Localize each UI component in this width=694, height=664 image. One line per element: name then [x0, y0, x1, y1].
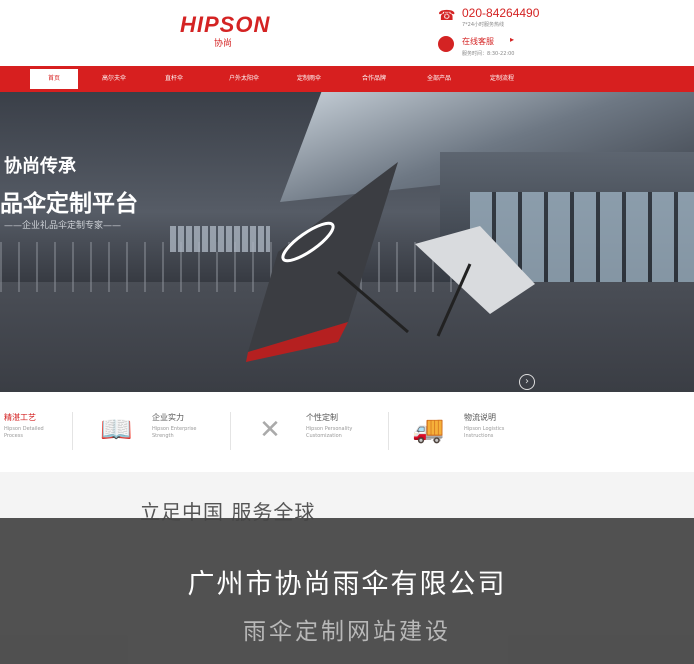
features-row: 精湛工艺 Hipson Detailed Process 📖 企业实力 Hips… — [0, 392, 694, 472]
phone-icon: ☎ — [438, 8, 456, 24]
phone-number[interactable]: 020-84264490 — [462, 6, 539, 20]
phone-block: ☎ 020-84264490 7*24小时服务热线 — [438, 6, 688, 28]
feature-item[interactable]: 📖 企业实力 Hipson Enterprise Strength — [100, 410, 230, 454]
hero-headline: 协尚传承 — [4, 156, 76, 177]
hero-tagline: ——企业礼品伞定制专家—— — [4, 221, 122, 231]
feature-en: Hipson Detailed Process — [4, 426, 44, 439]
feature-en: Hipson Logistics Instructions — [464, 426, 505, 439]
chevron-right-icon: ▸ — [510, 35, 515, 44]
nav-item-home[interactable]: 首页 — [30, 69, 78, 89]
book-icon: 📖 — [100, 415, 133, 445]
divider — [72, 412, 73, 450]
truck-icon: 🚚 — [412, 415, 445, 445]
logo-text: HIPSON — [180, 12, 271, 37]
feature-item[interactable]: 精湛工艺 Hipson Detailed Process — [0, 410, 92, 454]
feature-name: 物流说明 — [464, 413, 496, 422]
hero-title: 品伞定制平台 — [0, 191, 138, 217]
project-type: 雨伞定制网站建设 — [243, 619, 451, 645]
feature-name: 精湛工艺 — [4, 413, 36, 422]
hero-banner[interactable]: 协尚传承 品伞定制平台 ——企业礼品伞定制专家—— › — [0, 92, 694, 392]
feature-en: Hipson Personality Customization — [306, 426, 353, 439]
nav-item-straight[interactable]: 直杆伞 — [150, 66, 198, 92]
tools-icon: ✕ — [259, 415, 281, 445]
divider — [230, 412, 231, 450]
main-nav: 首页 高尔夫伞 直杆伞 户外太阳伞 定制雨伞 合作品牌 全部产品 定制流程 — [0, 66, 694, 92]
nav-item-products[interactable]: 全部产品 — [415, 66, 463, 92]
chat-icon — [438, 36, 454, 52]
nav-item-golf[interactable]: 高尔夫伞 — [90, 66, 138, 92]
project-card[interactable]: HIPSON 协尚 ☎ 020-84264490 7*24小时服务热线 在线客服… — [0, 0, 694, 664]
logo-subtext: 协尚 — [214, 39, 233, 49]
nav-item-brands[interactable]: 合作品牌 — [350, 66, 398, 92]
site-header: HIPSON 协尚 ☎ 020-84264490 7*24小时服务热线 在线客服… — [0, 0, 694, 66]
company-name: 广州市协尚雨伞有限公司 — [187, 569, 507, 600]
nav-item-first[interactable] — [0, 66, 12, 92]
feature-item[interactable]: ✕ 个性定制 Hipson Personality Customization — [254, 410, 384, 454]
white-umbrella-image — [415, 226, 535, 337]
nav-item-outdoor[interactable]: 户外太阳伞 — [215, 66, 273, 92]
feature-name: 企业实力 — [152, 413, 184, 422]
caption-overlay: 广州市协尚雨伞有限公司 雨伞定制网站建设 — [0, 518, 694, 664]
chat-label[interactable]: 在线客服 — [462, 36, 494, 47]
phone-note: 7*24小时服务热线 — [462, 22, 505, 28]
carousel-dots[interactable] — [190, 380, 270, 386]
black-umbrella-image — [246, 162, 409, 362]
nav-item-process[interactable]: 定制流程 — [478, 66, 526, 92]
divider — [388, 412, 389, 450]
online-service[interactable]: 在线客服 ▸ 服务时间：8:30-22:00 — [438, 35, 688, 58]
service-hours: 服务时间：8:30-22:00 — [462, 51, 515, 57]
site-logo[interactable]: HIPSON 协尚 — [180, 12, 280, 52]
feature-en: Hipson Enterprise Strength — [152, 426, 197, 439]
carousel-next-icon[interactable]: › — [519, 374, 535, 390]
feature-item[interactable]: 🚚 物流说明 Hipson Logistics Instructions — [412, 410, 542, 454]
feature-name: 个性定制 — [306, 413, 338, 422]
nav-item-custom[interactable]: 定制雨伞 — [285, 66, 333, 92]
